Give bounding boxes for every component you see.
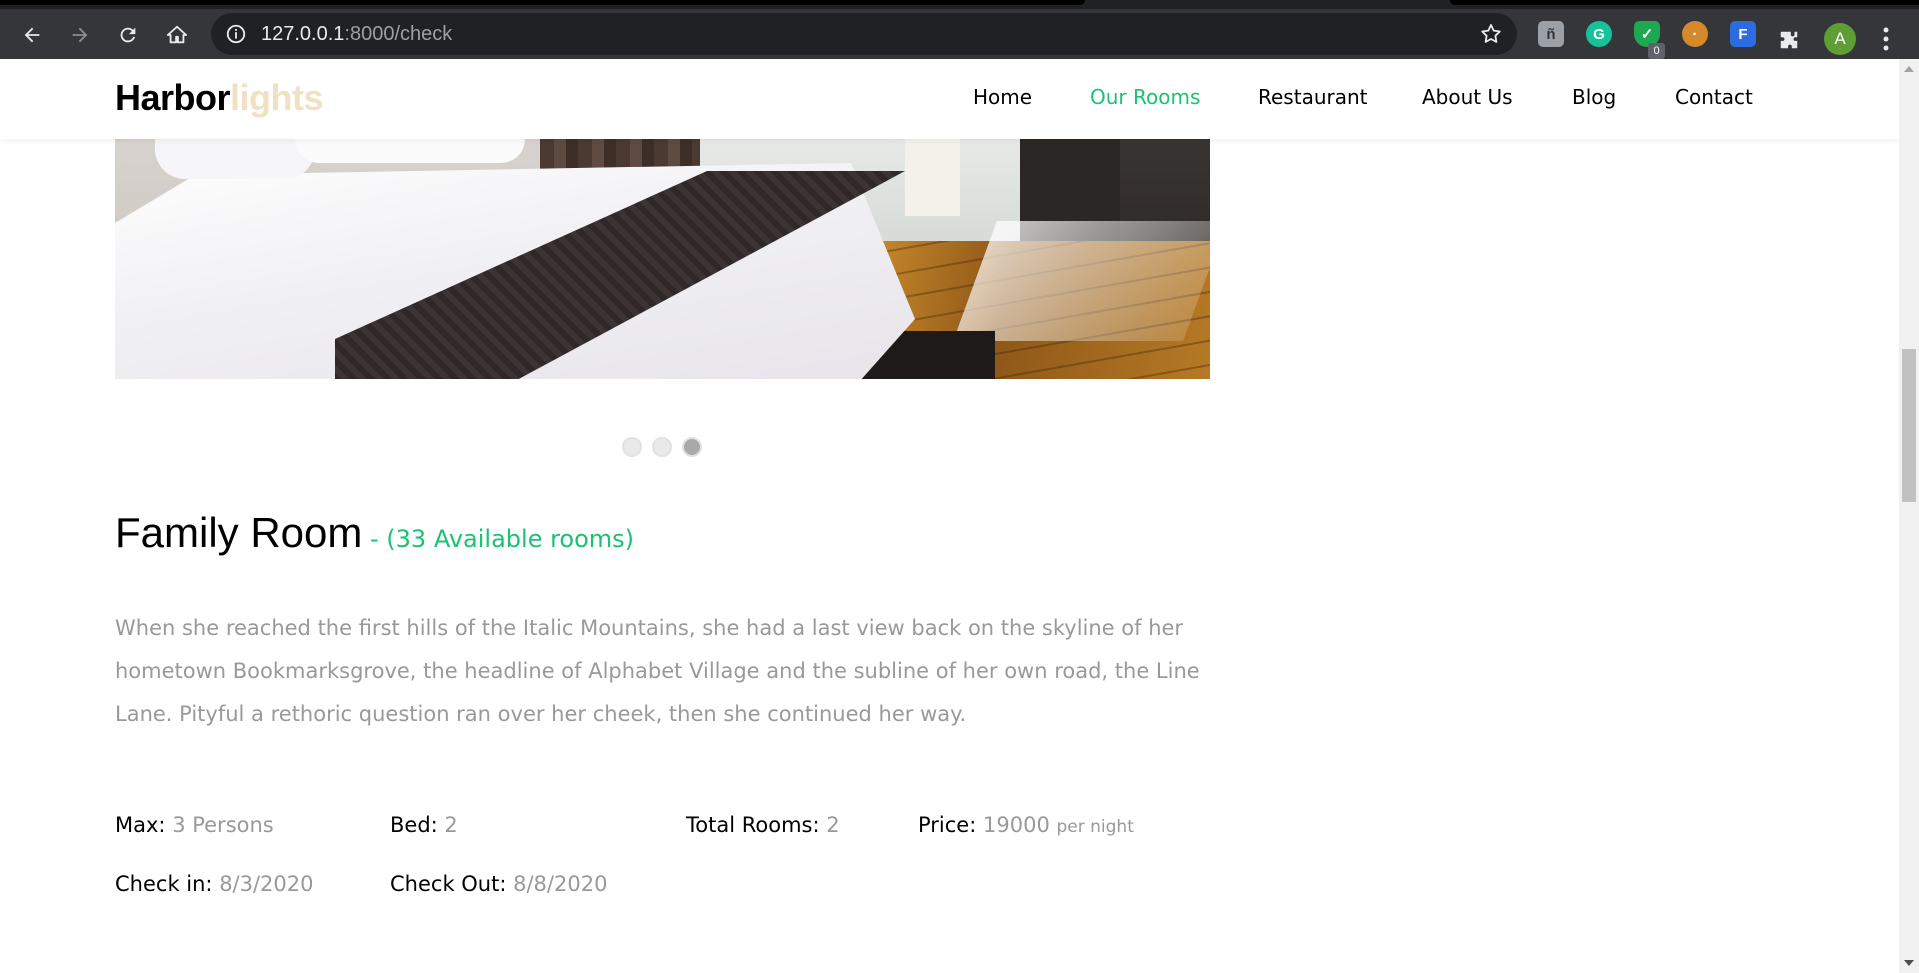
spec-checkout-value: 8/8/2020	[513, 872, 608, 896]
spec-bed: Bed: 2	[390, 813, 458, 837]
room-description: When she reached the first hills of the …	[115, 616, 1200, 726]
extension-tampermonkey-icon[interactable]: ñ	[1538, 21, 1564, 47]
feedly-icon[interactable]: F	[1730, 21, 1756, 47]
spec-checkin-value: 8/3/2020	[219, 872, 314, 896]
spec-total-label: Total Rooms:	[686, 813, 820, 837]
profile-avatar[interactable]: A	[1824, 23, 1856, 55]
availability-text: - (33 Available rooms)	[370, 525, 635, 553]
active-tab[interactable]	[0, 0, 1085, 5]
spec-checkin: Check in: 8/3/2020	[115, 872, 314, 896]
spec-max: Max: 3 Persons	[115, 813, 274, 837]
carousel-dot-3[interactable]	[682, 437, 702, 457]
cookie-icon[interactable]: ·	[1682, 21, 1708, 47]
nav-contact[interactable]: Contact	[1675, 85, 1753, 109]
spec-bed-label: Bed:	[390, 813, 438, 837]
browser-toolbar: 127.0.0.1:8000/check ñ G ✓ 0 · F A	[0, 9, 1919, 59]
scroll-up-arrow-icon[interactable]	[1904, 66, 1914, 72]
scrollbar-thumb[interactable]	[1902, 349, 1916, 502]
spec-max-label: Max:	[115, 813, 166, 837]
carousel-dot-1[interactable]	[622, 437, 642, 457]
grammarly-icon[interactable]: G	[1586, 21, 1612, 47]
address-bar[interactable]: 127.0.0.1:8000/check	[211, 13, 1517, 55]
nav-blog[interactable]: Blog	[1572, 85, 1616, 109]
puzzle-extensions-icon[interactable]	[1772, 23, 1806, 57]
page-viewport: Harborlights Home Our Rooms Restaurant A…	[0, 59, 1899, 973]
kebab-menu-icon[interactable]	[1876, 25, 1896, 53]
site-navbar: Harborlights Home Our Rooms Restaurant A…	[0, 59, 1899, 139]
nav-about-us[interactable]: About Us	[1422, 85, 1513, 109]
nav-our-rooms[interactable]: Our Rooms	[1090, 85, 1200, 109]
home-icon[interactable]	[160, 18, 194, 52]
nav-restaurant[interactable]: Restaurant	[1258, 85, 1368, 109]
room-photo	[115, 121, 1210, 379]
url-path: :8000/check	[344, 23, 453, 45]
back-arrow-icon[interactable]	[15, 18, 49, 52]
url-host: 127.0.0.1	[261, 23, 345, 45]
brand-main: Harbor	[115, 77, 231, 118]
reload-icon[interactable]	[111, 18, 145, 52]
extension-badge: 0	[1648, 43, 1665, 59]
inactive-tab[interactable]	[1450, 0, 1919, 5]
spec-total-rooms: Total Rooms: 2	[686, 813, 840, 837]
page-scrollbar[interactable]	[1899, 59, 1919, 973]
brand-accent: lights	[230, 77, 324, 118]
nav-home[interactable]: Home	[973, 85, 1032, 109]
url-text[interactable]: 127.0.0.1:8000/check	[261, 23, 452, 46]
spec-max-value: 3 Persons	[172, 813, 274, 837]
spec-checkin-label: Check in:	[115, 872, 213, 896]
spec-checkout: Check Out: 8/8/2020	[390, 872, 607, 896]
forward-arrow-icon[interactable]	[63, 18, 97, 52]
room-title: Family Room	[115, 509, 363, 556]
bookmark-star-icon[interactable]	[1479, 22, 1503, 46]
info-icon[interactable]	[225, 23, 247, 45]
spec-price-unit: per night	[1056, 817, 1134, 837]
spec-checkout-label: Check Out:	[390, 872, 507, 896]
carousel-dot-2[interactable]	[652, 437, 672, 457]
scroll-down-arrow-icon[interactable]	[1904, 960, 1914, 966]
spec-total-value: 2	[826, 813, 840, 837]
spec-price-label: Price:	[918, 813, 977, 837]
brand-logo[interactable]: Harborlights	[115, 77, 324, 119]
spec-price: Price: 19000 per night	[918, 813, 1134, 837]
spec-bed-value: 2	[444, 813, 458, 837]
spec-price-value: 19000	[983, 813, 1050, 837]
